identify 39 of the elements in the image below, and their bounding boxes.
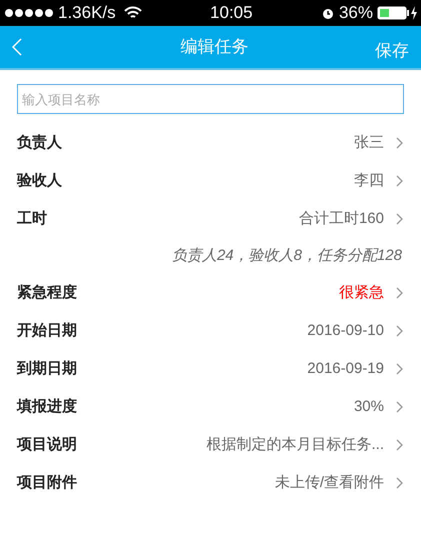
field-label: 开始日期: [17, 320, 77, 341]
field-value[interactable]: 2016-09-10: [307, 320, 384, 342]
field-value[interactable]: 30%: [354, 396, 384, 418]
field-label: 填报进度: [17, 396, 77, 417]
chevron-right-icon: [396, 401, 404, 413]
signal-icon: [4, 8, 54, 18]
chevron-right-icon: [396, 477, 404, 489]
wifi-icon: [124, 6, 142, 20]
field-value[interactable]: 未上传/查看附件: [274, 472, 384, 494]
field-value[interactable]: 很紧急: [339, 282, 384, 304]
hours-breakdown: 负责人24，验收人8，任务分配128: [172, 246, 402, 266]
field-value[interactable]: 2016-09-19: [307, 358, 384, 380]
field-label: 验收人: [17, 170, 62, 191]
chevron-right-icon: [396, 439, 404, 451]
field-label: 工时: [17, 208, 47, 229]
battery-icon: [377, 6, 411, 20]
network-speed: 1.36K/s: [58, 2, 116, 24]
clock-time: 10:05: [210, 2, 253, 24]
field-value[interactable]: 合计工时160: [298, 208, 384, 230]
chevron-right-icon: [396, 363, 404, 375]
field-value[interactable]: 李四: [354, 170, 384, 192]
chevron-right-icon: [396, 175, 404, 187]
chevron-right-icon: [396, 325, 404, 337]
field-label: 负责人: [17, 132, 62, 153]
back-icon[interactable]: [12, 38, 22, 56]
field-label: 到期日期: [17, 358, 77, 379]
battery-percent: 36%: [338, 2, 373, 24]
field-value[interactable]: 张三: [354, 132, 384, 154]
project-name-input[interactable]: 输入项目名称: [17, 84, 404, 114]
chevron-right-icon: [396, 213, 404, 225]
field-value[interactable]: 根据制定的本月目标任务...: [206, 434, 384, 456]
charging-icon: [411, 6, 417, 20]
alarm-icon: [320, 6, 335, 20]
chevron-right-icon: [396, 137, 404, 149]
field-label: 项目说明: [17, 434, 77, 455]
field-label: 紧急程度: [17, 282, 77, 303]
field-label: 项目附件: [17, 472, 77, 493]
chevron-right-icon: [396, 287, 404, 299]
page-title: 编辑任务: [180, 36, 248, 58]
